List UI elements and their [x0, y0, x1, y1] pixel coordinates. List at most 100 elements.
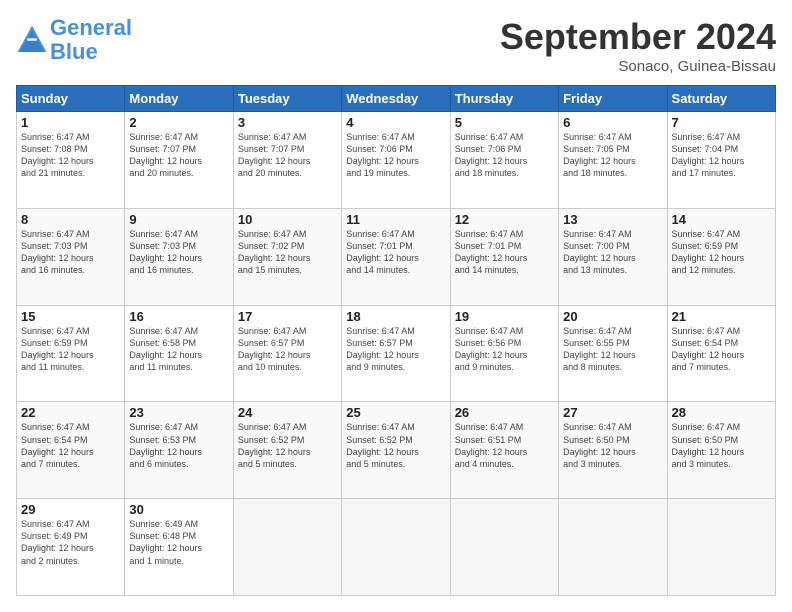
day-number: 24: [238, 405, 337, 420]
day-number: 2: [129, 115, 228, 130]
day-info: Sunrise: 6:47 AM Sunset: 7:01 PM Dayligh…: [455, 228, 554, 277]
day-info: Sunrise: 6:47 AM Sunset: 7:06 PM Dayligh…: [346, 131, 445, 180]
weekday-monday: Monday: [125, 86, 233, 112]
calendar-cell: 29Sunrise: 6:47 AM Sunset: 6:49 PM Dayli…: [17, 499, 125, 596]
week-row-1: 1Sunrise: 6:47 AM Sunset: 7:08 PM Daylig…: [17, 112, 776, 209]
week-row-5: 29Sunrise: 6:47 AM Sunset: 6:49 PM Dayli…: [17, 499, 776, 596]
day-info: Sunrise: 6:47 AM Sunset: 6:57 PM Dayligh…: [238, 325, 337, 374]
weekday-saturday: Saturday: [667, 86, 775, 112]
weekday-tuesday: Tuesday: [233, 86, 341, 112]
calendar-cell: 22Sunrise: 6:47 AM Sunset: 6:54 PM Dayli…: [17, 402, 125, 499]
day-info: Sunrise: 6:47 AM Sunset: 7:03 PM Dayligh…: [129, 228, 228, 277]
calendar: SundayMondayTuesdayWednesdayThursdayFrid…: [16, 85, 776, 596]
calendar-cell: [233, 499, 341, 596]
day-info: Sunrise: 6:47 AM Sunset: 7:01 PM Dayligh…: [346, 228, 445, 277]
day-number: 28: [672, 405, 771, 420]
calendar-cell: [667, 499, 775, 596]
calendar-cell: 24Sunrise: 6:47 AM Sunset: 6:52 PM Dayli…: [233, 402, 341, 499]
day-number: 10: [238, 212, 337, 227]
calendar-cell: 14Sunrise: 6:47 AM Sunset: 6:59 PM Dayli…: [667, 208, 775, 305]
day-number: 30: [129, 502, 228, 517]
day-info: Sunrise: 6:47 AM Sunset: 6:49 PM Dayligh…: [21, 518, 120, 567]
calendar-cell: 27Sunrise: 6:47 AM Sunset: 6:50 PM Dayli…: [559, 402, 667, 499]
calendar-cell: 28Sunrise: 6:47 AM Sunset: 6:50 PM Dayli…: [667, 402, 775, 499]
day-info: Sunrise: 6:47 AM Sunset: 7:00 PM Dayligh…: [563, 228, 662, 277]
day-info: Sunrise: 6:47 AM Sunset: 6:53 PM Dayligh…: [129, 421, 228, 470]
day-info: Sunrise: 6:47 AM Sunset: 7:07 PM Dayligh…: [238, 131, 337, 180]
logo: General Blue: [16, 16, 132, 64]
calendar-cell: [342, 499, 450, 596]
day-info: Sunrise: 6:47 AM Sunset: 6:55 PM Dayligh…: [563, 325, 662, 374]
calendar-cell: 8Sunrise: 6:47 AM Sunset: 7:03 PM Daylig…: [17, 208, 125, 305]
day-number: 6: [563, 115, 662, 130]
logo-line2: Blue: [50, 39, 98, 64]
calendar-cell: 25Sunrise: 6:47 AM Sunset: 6:52 PM Dayli…: [342, 402, 450, 499]
calendar-cell: 11Sunrise: 6:47 AM Sunset: 7:01 PM Dayli…: [342, 208, 450, 305]
day-info: Sunrise: 6:47 AM Sunset: 6:51 PM Dayligh…: [455, 421, 554, 470]
day-info: Sunrise: 6:47 AM Sunset: 6:59 PM Dayligh…: [672, 228, 771, 277]
calendar-cell: 5Sunrise: 6:47 AM Sunset: 7:06 PM Daylig…: [450, 112, 558, 209]
day-number: 1: [21, 115, 120, 130]
day-info: Sunrise: 6:47 AM Sunset: 7:04 PM Dayligh…: [672, 131, 771, 180]
calendar-cell: 16Sunrise: 6:47 AM Sunset: 6:58 PM Dayli…: [125, 305, 233, 402]
day-number: 3: [238, 115, 337, 130]
title-block: September 2024 Sonaco, Guinea-Bissau: [500, 16, 776, 75]
calendar-cell: 26Sunrise: 6:47 AM Sunset: 6:51 PM Dayli…: [450, 402, 558, 499]
weekday-thursday: Thursday: [450, 86, 558, 112]
day-info: Sunrise: 6:47 AM Sunset: 7:08 PM Dayligh…: [21, 131, 120, 180]
day-number: 11: [346, 212, 445, 227]
day-info: Sunrise: 6:47 AM Sunset: 7:02 PM Dayligh…: [238, 228, 337, 277]
calendar-cell: [559, 499, 667, 596]
day-info: Sunrise: 6:47 AM Sunset: 6:56 PM Dayligh…: [455, 325, 554, 374]
page: General Blue September 2024 Sonaco, Guin…: [0, 0, 792, 612]
day-number: 13: [563, 212, 662, 227]
weekday-wednesday: Wednesday: [342, 86, 450, 112]
day-number: 22: [21, 405, 120, 420]
calendar-cell: 17Sunrise: 6:47 AM Sunset: 6:57 PM Dayli…: [233, 305, 341, 402]
calendar-cell: 9Sunrise: 6:47 AM Sunset: 7:03 PM Daylig…: [125, 208, 233, 305]
day-number: 9: [129, 212, 228, 227]
day-info: Sunrise: 6:47 AM Sunset: 7:06 PM Dayligh…: [455, 131, 554, 180]
weekday-sunday: Sunday: [17, 86, 125, 112]
day-info: Sunrise: 6:47 AM Sunset: 7:03 PM Dayligh…: [21, 228, 120, 277]
calendar-cell: 6Sunrise: 6:47 AM Sunset: 7:05 PM Daylig…: [559, 112, 667, 209]
week-row-3: 15Sunrise: 6:47 AM Sunset: 6:59 PM Dayli…: [17, 305, 776, 402]
weekday-header-row: SundayMondayTuesdayWednesdayThursdayFrid…: [17, 86, 776, 112]
location: Sonaco, Guinea-Bissau: [500, 58, 776, 75]
calendar-cell: 1Sunrise: 6:47 AM Sunset: 7:08 PM Daylig…: [17, 112, 125, 209]
day-info: Sunrise: 6:47 AM Sunset: 7:07 PM Dayligh…: [129, 131, 228, 180]
day-number: 5: [455, 115, 554, 130]
calendar-cell: 13Sunrise: 6:47 AM Sunset: 7:00 PM Dayli…: [559, 208, 667, 305]
day-info: Sunrise: 6:47 AM Sunset: 6:57 PM Dayligh…: [346, 325, 445, 374]
day-info: Sunrise: 6:47 AM Sunset: 6:52 PM Dayligh…: [238, 421, 337, 470]
week-row-2: 8Sunrise: 6:47 AM Sunset: 7:03 PM Daylig…: [17, 208, 776, 305]
day-number: 25: [346, 405, 445, 420]
day-info: Sunrise: 6:47 AM Sunset: 6:54 PM Dayligh…: [672, 325, 771, 374]
day-number: 20: [563, 309, 662, 324]
calendar-cell: 30Sunrise: 6:49 AM Sunset: 6:48 PM Dayli…: [125, 499, 233, 596]
logo-icon: [16, 24, 48, 56]
day-info: Sunrise: 6:47 AM Sunset: 6:59 PM Dayligh…: [21, 325, 120, 374]
day-info: Sunrise: 6:47 AM Sunset: 6:50 PM Dayligh…: [563, 421, 662, 470]
day-number: 27: [563, 405, 662, 420]
calendar-cell: 10Sunrise: 6:47 AM Sunset: 7:02 PM Dayli…: [233, 208, 341, 305]
calendar-cell: 12Sunrise: 6:47 AM Sunset: 7:01 PM Dayli…: [450, 208, 558, 305]
logo-line1: General: [50, 15, 132, 40]
day-number: 15: [21, 309, 120, 324]
day-number: 19: [455, 309, 554, 324]
calendar-cell: 20Sunrise: 6:47 AM Sunset: 6:55 PM Dayli…: [559, 305, 667, 402]
day-info: Sunrise: 6:47 AM Sunset: 6:52 PM Dayligh…: [346, 421, 445, 470]
logo-text: General Blue: [50, 16, 132, 64]
calendar-cell: 4Sunrise: 6:47 AM Sunset: 7:06 PM Daylig…: [342, 112, 450, 209]
calendar-cell: 2Sunrise: 6:47 AM Sunset: 7:07 PM Daylig…: [125, 112, 233, 209]
day-info: Sunrise: 6:47 AM Sunset: 6:50 PM Dayligh…: [672, 421, 771, 470]
day-number: 29: [21, 502, 120, 517]
weekday-friday: Friday: [559, 86, 667, 112]
header: General Blue September 2024 Sonaco, Guin…: [16, 16, 776, 75]
day-number: 26: [455, 405, 554, 420]
day-number: 21: [672, 309, 771, 324]
calendar-cell: 15Sunrise: 6:47 AM Sunset: 6:59 PM Dayli…: [17, 305, 125, 402]
day-number: 4: [346, 115, 445, 130]
calendar-cell: 18Sunrise: 6:47 AM Sunset: 6:57 PM Dayli…: [342, 305, 450, 402]
calendar-cell: [450, 499, 558, 596]
